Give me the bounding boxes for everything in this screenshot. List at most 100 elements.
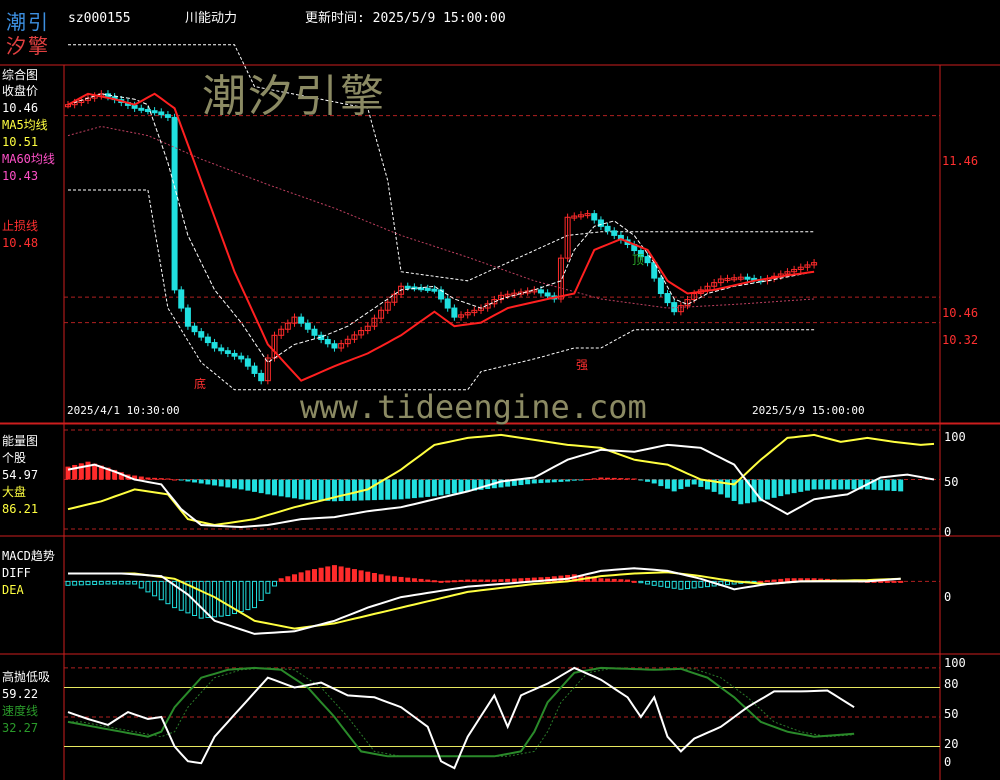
- price-candle: [451, 307, 458, 318]
- price-candle: [224, 350, 231, 354]
- macd-bar: [884, 580, 890, 583]
- ma60-label: MA60均线: [2, 152, 55, 166]
- price-candle: [238, 355, 245, 360]
- gp-tick-0: 0: [944, 755, 952, 769]
- macd-bar: [391, 576, 397, 582]
- energy-bar: [798, 479, 804, 492]
- energy-bar: [638, 479, 644, 481]
- energy-bar: [724, 479, 730, 498]
- energy-bar: [878, 479, 884, 491]
- energy-bar: [838, 479, 844, 490]
- macd-bar: [118, 580, 124, 585]
- macd-bar: [478, 579, 484, 582]
- speed-line-shadow: [68, 667, 855, 757]
- price-candle: [231, 352, 238, 357]
- price-candle: [744, 276, 751, 280]
- energy-tick-100: 100: [944, 430, 966, 444]
- gp-tick-100: 100: [944, 656, 966, 670]
- price-candle: [184, 307, 191, 327]
- energy-bar: [158, 478, 164, 480]
- macd-bar: [471, 579, 477, 582]
- price-candle: [404, 285, 411, 289]
- macd-bar: [465, 579, 471, 582]
- energy-bar: [311, 479, 317, 501]
- price-candle: [324, 339, 331, 345]
- energy-bar: [685, 479, 691, 487]
- energy-bar: [458, 479, 464, 493]
- macd-bar: [418, 578, 424, 582]
- energy-bar: [538, 479, 544, 484]
- price-candle: [604, 225, 611, 232]
- macd-bar: [138, 580, 144, 589]
- macd-bar: [158, 580, 164, 601]
- top-marker: 顶: [632, 253, 645, 267]
- energy-bar: [258, 479, 264, 494]
- price-tick-low: 10.32: [942, 333, 979, 347]
- price-candle: [671, 302, 678, 313]
- energy-bar: [85, 461, 91, 480]
- energy-bar: [172, 479, 178, 481]
- macd-bar: [225, 580, 231, 616]
- macd-bar: [691, 580, 697, 589]
- dea-label: DEA: [2, 583, 24, 597]
- macd-bar: [305, 570, 311, 582]
- energy-bar: [525, 479, 531, 485]
- price-candle: [218, 347, 225, 352]
- macd-bar: [178, 580, 184, 611]
- macd-bar: [651, 580, 657, 586]
- macd-bar: [272, 580, 278, 587]
- price-candle: [164, 114, 171, 118]
- speed-value: 32.27: [2, 721, 39, 735]
- macd-bar: [358, 570, 364, 582]
- macd-bar: [318, 567, 324, 582]
- energy-tick-50: 50: [944, 475, 959, 489]
- energy-bar: [318, 479, 324, 501]
- energy-bar: [691, 479, 697, 485]
- gp-tick-80: 80: [944, 677, 959, 691]
- energy-bar: [598, 477, 604, 480]
- energy-bar: [671, 479, 677, 492]
- macd-bar: [898, 580, 904, 583]
- price-candle: [191, 325, 198, 333]
- price-candle: [304, 322, 311, 330]
- energy-bar: [764, 479, 770, 500]
- energy-bar: [212, 479, 218, 486]
- macd-bar: [438, 580, 444, 583]
- macd-bar: [411, 578, 417, 582]
- macd-bar: [278, 578, 284, 582]
- macd-bar: [771, 579, 777, 582]
- macd-bar: [431, 580, 437, 583]
- macd-bar: [212, 580, 218, 618]
- energy-bar: [851, 479, 857, 490]
- price-candle: [311, 328, 318, 336]
- energy-bar: [371, 479, 377, 501]
- energy-bar: [591, 478, 597, 480]
- price-candle: [298, 316, 305, 324]
- macd-bar: [311, 569, 317, 582]
- energy-bar: [625, 478, 631, 480]
- date-start: 2025/4/1 10:30:00: [67, 404, 180, 417]
- energy-bar: [578, 479, 584, 481]
- macd-bar: [245, 580, 251, 611]
- energy-bar: [438, 479, 444, 496]
- macd-bar: [165, 580, 171, 605]
- macd-bar: [291, 574, 297, 582]
- price-candle: [591, 213, 598, 221]
- main-panel-title: 综合图: [2, 68, 39, 82]
- energy-bar: [445, 479, 451, 495]
- energy-bar: [185, 479, 191, 482]
- speed-line: [67, 666, 855, 758]
- macd-bar: [511, 578, 517, 582]
- energy-bar: [245, 479, 251, 491]
- macd-bar: [758, 580, 764, 583]
- energy-bar: [398, 479, 404, 500]
- energy-bar: [844, 479, 850, 490]
- energy-bar: [651, 479, 657, 484]
- energy-bar: [78, 463, 84, 480]
- price-candle: [657, 277, 664, 295]
- price-candle: [424, 287, 431, 291]
- macd-bar: [638, 580, 644, 584]
- energy-bar: [298, 479, 304, 500]
- macd-bar: [764, 580, 770, 583]
- energy-bar: [898, 479, 904, 492]
